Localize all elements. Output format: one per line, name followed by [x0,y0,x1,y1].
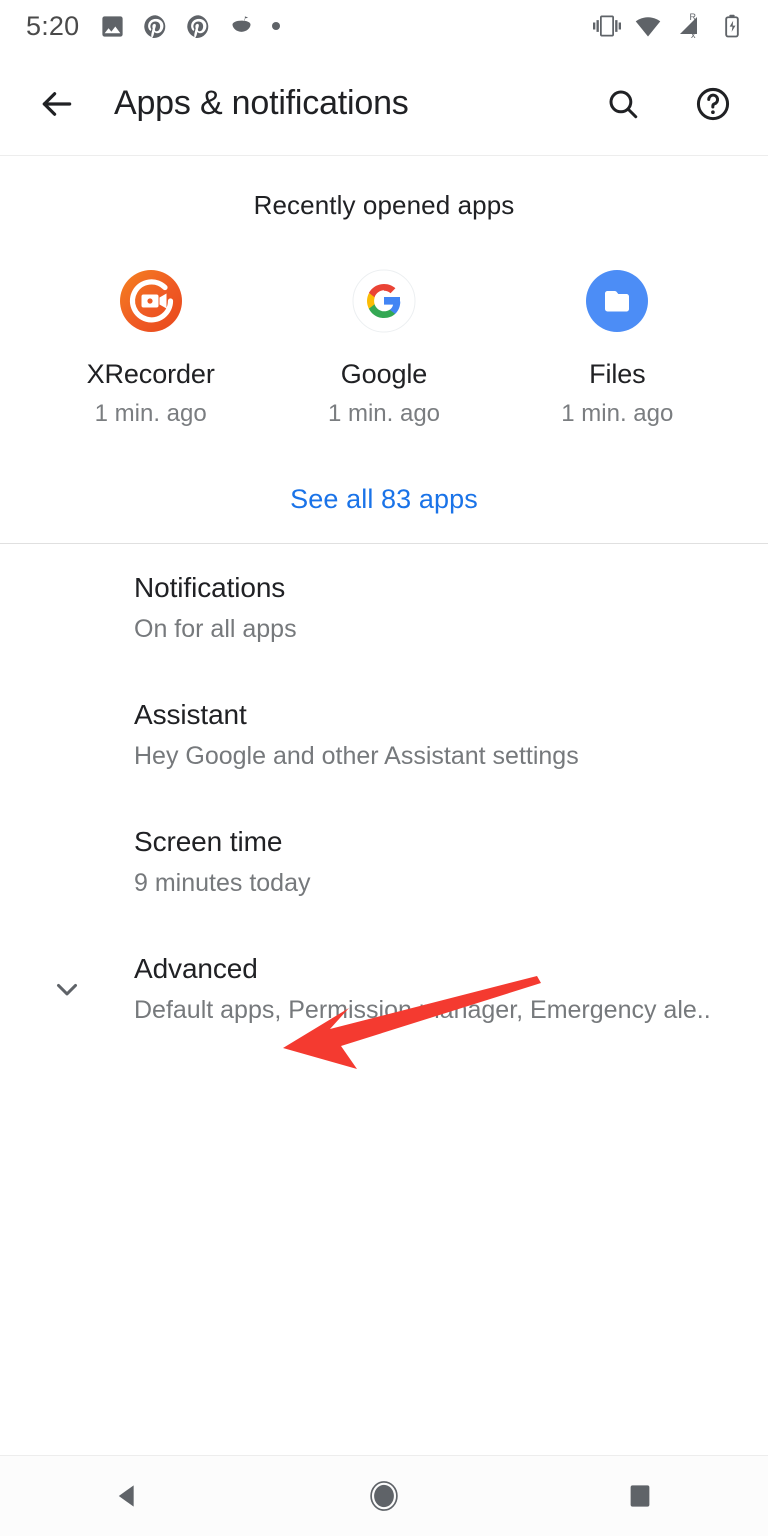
wifi-icon [635,17,661,37]
status-bar-system-icons: R x [593,11,746,41]
see-all-apps-wrap: See all 83 apps [0,478,768,521]
svg-text:R: R [690,12,697,22]
cellular-roaming-no-service-icon: R x [680,12,697,40]
nav-recents-button[interactable] [512,1481,768,1511]
recent-app-time: 1 min. ago [561,400,674,427]
recent-app-item[interactable]: XRecorder 1 min. ago [34,269,267,428]
setting-subtitle: 9 minutes today [134,869,311,897]
setting-title: Assistant [134,699,247,730]
search-button[interactable] [594,75,652,133]
recent-apps-row: XRecorder 1 min. ago Google 1 min. ago F… [0,269,768,428]
recently-opened-apps-section: Recently opened apps XRecorder 1 min. ag… [0,156,768,543]
xrecorder-icon [119,269,183,333]
expand-advanced-button[interactable] [0,972,134,1006]
nav-home-circle-icon [370,1481,398,1511]
see-all-apps-link[interactable]: See all 83 apps [276,478,492,521]
svg-text:x: x [691,30,696,40]
setting-text: Assistant Hey Google and other Assistant… [134,697,742,772]
settings-list: Notifications On for all apps Assistant … [0,544,768,1052]
setting-subtitle: Default apps, Permission manager, Emerge… [134,996,711,1024]
help-button[interactable] [684,75,742,133]
nav-home-button[interactable] [256,1478,512,1514]
chevron-down-icon [57,983,77,995]
setting-title: Advanced [134,953,258,984]
files-folder-icon [585,269,649,333]
status-bar: 5:20 R x [0,0,768,52]
setting-text: Advanced Default apps, Permission manage… [134,951,742,1026]
pinterest-icon [144,14,166,38]
setting-text: Notifications On for all apps [134,570,742,645]
recent-app-time: 1 min. ago [327,400,441,427]
nav-back-button[interactable] [0,1479,256,1513]
recent-app-name: Google [340,359,428,389]
recent-app-name: Files [589,359,646,389]
help-circle-icon [696,87,730,120]
recent-app-time: 1 min. ago [94,400,207,427]
vibrate-icon [593,15,621,37]
recent-apps-header: Recently opened apps [253,190,515,220]
setting-row-assistant[interactable]: Assistant Hey Google and other Assistant… [0,671,768,798]
setting-row-screen-time[interactable]: Screen time 9 minutes today [0,798,768,925]
recent-app-item[interactable]: Google 1 min. ago [267,269,500,428]
search-icon [609,90,638,118]
google-g-icon [352,269,416,333]
arrow-back-icon [42,91,72,116]
setting-title: Notifications [134,572,286,603]
bowl-flag-icon [232,15,251,32]
navigation-bar [0,1456,768,1536]
recent-app-item[interactable]: Files 1 min. ago [501,269,734,428]
setting-row-notifications[interactable]: Notifications On for all apps [0,544,768,671]
setting-title: Screen time [134,826,283,857]
page-title: Apps & notifications [114,84,409,122]
setting-text: Screen time 9 minutes today [134,824,742,899]
status-bar-clock: 5:20 [26,10,80,41]
setting-row-advanced[interactable]: Advanced Default apps, Permission manage… [0,925,768,1052]
pinterest-icon [187,14,209,38]
setting-subtitle: On for all apps [134,615,297,643]
nav-recents-square-icon [630,1485,650,1507]
settings-screen: 5:20 R x Apps & notifications Recently o… [0,0,768,1536]
battery-charging-icon [725,14,739,38]
photo-icon [102,15,123,37]
app-bar: Apps & notifications [0,52,768,155]
back-button[interactable] [28,75,86,133]
dot-icon [272,22,281,30]
setting-subtitle: Hey Google and other Assistant settings [134,742,579,770]
recent-app-name: XRecorder [86,359,215,389]
nav-back-triangle-icon [118,1485,134,1507]
status-bar-notification-icons [99,13,593,40]
